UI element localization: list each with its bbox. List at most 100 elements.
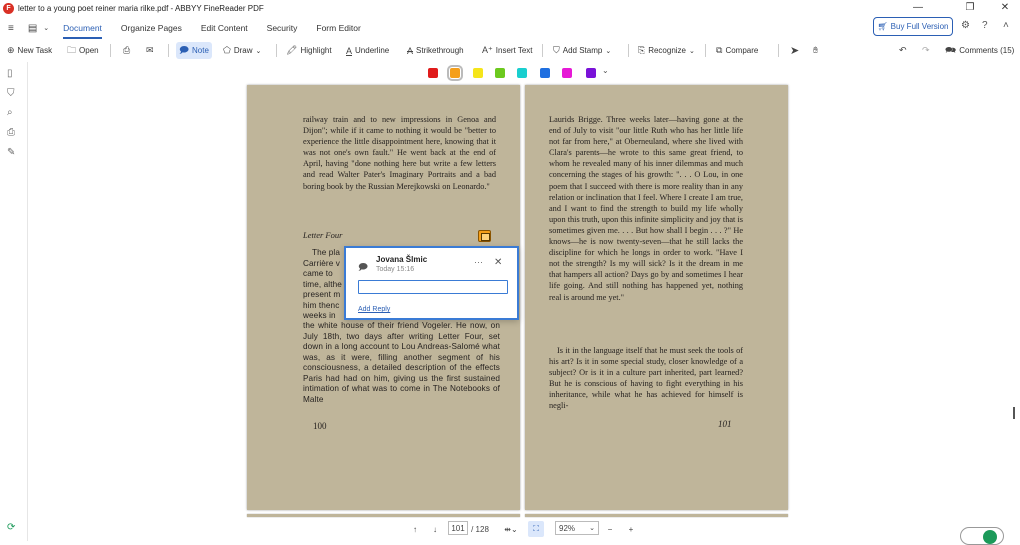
chevron-down-icon[interactable]: ⌄	[602, 66, 609, 75]
close-icon[interactable]: ✕	[494, 257, 502, 268]
redo-button[interactable]: ↷	[919, 42, 933, 59]
right-page-paragraph: Laurids Brigge. Three weeks later—having…	[549, 115, 743, 302]
bottom-navigation-bar: ↑ ↓ 101 / 128 ⇹⌄ ⛶ 92% ⌄ − +	[0, 517, 1020, 541]
search-icon[interactable]: ⌕	[7, 107, 13, 118]
comments-button[interactable]: 🗪 Comments (15)	[942, 42, 1017, 59]
page-layout-icon[interactable]: ⇹⌄	[500, 521, 522, 537]
folder-icon: 🗀	[67, 44, 77, 55]
total-pages: / 128	[471, 524, 489, 534]
underline-icon: A	[346, 45, 353, 56]
add-reply-link[interactable]: Add Reply	[358, 306, 390, 313]
window-title: letter to a young poet reiner maria rilk…	[18, 3, 264, 13]
new-task-label: New Task	[17, 46, 53, 55]
new-task-button[interactable]: ⊕ New Task	[4, 42, 55, 59]
open-button[interactable]: 🗀 Open	[64, 42, 102, 59]
hamburger-menu-icon[interactable]: ≡	[8, 23, 14, 34]
redo-icon: ↷	[922, 45, 930, 55]
color-swatch[interactable]	[495, 68, 505, 78]
chevron-down-icon: ⌄	[589, 525, 595, 532]
note-annotation-icon[interactable]	[478, 230, 491, 242]
add-stamp-label: Add Stamp	[562, 46, 603, 55]
color-swatch[interactable]	[562, 68, 572, 78]
color-swatch[interactable]	[428, 68, 438, 78]
signature-icon[interactable]: ✎	[7, 147, 15, 158]
minimize-icon[interactable]: —	[903, 0, 933, 16]
hand-icon: ✋︎	[813, 45, 819, 55]
chevron-down-icon[interactable]: ⌄	[43, 24, 49, 32]
underline-button[interactable]: A Underline	[343, 42, 392, 59]
note-popup: 🗩 Jovana Šlmic Today 15:16 ··· ✕ Add Rep…	[344, 246, 519, 320]
tab-organize-pages[interactable]: Organize Pages	[121, 19, 182, 37]
tab-form-editor[interactable]: Form Editor	[316, 19, 360, 37]
note-button[interactable]: 🗩 Note	[176, 42, 212, 59]
recognize-button[interactable]: ⎘ Recognize ⌄	[635, 42, 698, 59]
fit-page-icon[interactable]: ⛶	[528, 521, 544, 537]
menu-bar: ≡ ▤ ⌄ Document Organize Pages Edit Conte…	[0, 17, 1020, 39]
divider	[110, 44, 111, 57]
zoom-select[interactable]: 92% ⌄	[555, 521, 599, 535]
undo-button[interactable]: ↶	[896, 42, 910, 59]
vertical-scrollbar[interactable]	[1013, 407, 1015, 419]
tab-security[interactable]: Security	[267, 19, 298, 37]
settings-icon[interactable]: ⚙	[961, 20, 970, 31]
draw-button[interactable]: ⬠ Draw ⌄	[220, 42, 264, 59]
page-number-input[interactable]: 101	[448, 521, 468, 535]
right-page: Laurids Brigge. Three weeks later—having…	[525, 85, 788, 510]
bookmarks-icon[interactable]: ⛉	[7, 88, 15, 99]
attachments-icon[interactable]: ⎙	[7, 127, 15, 138]
zoom-in-icon[interactable]: +	[625, 521, 637, 537]
note-author: Jovana Šlmic	[376, 255, 428, 264]
buy-full-version-button[interactable]: 🛒︎ Buy Full Version	[873, 17, 953, 36]
highlight-button[interactable]: 🖍︎ Highlight	[283, 42, 335, 59]
insert-text-button[interactable]: A⁺ Insert Text	[479, 42, 536, 59]
email-button[interactable]: ✉	[143, 42, 157, 59]
note-label: Note	[192, 46, 209, 55]
print-button[interactable]: ⎙	[120, 42, 133, 59]
draw-label: Draw	[233, 46, 253, 55]
tab-edit-content[interactable]: Edit Content	[201, 19, 248, 37]
divider	[628, 44, 629, 57]
plus-circle-icon: ⊕	[7, 45, 15, 55]
divider	[276, 44, 277, 57]
draw-shapes-icon: ⬠	[223, 45, 231, 55]
tab-document[interactable]: Document	[63, 19, 102, 39]
compare-button[interactable]: ⧉ Compare	[713, 42, 761, 59]
color-swatch[interactable]	[540, 68, 550, 78]
right-page-paragraph: Is it in the language itself that he mus…	[549, 346, 743, 411]
next-page-icon[interactable]: ↓	[429, 521, 441, 537]
more-options-icon[interactable]: ···	[474, 257, 483, 267]
printer-icon: ⎙	[123, 45, 131, 55]
left-page-paragraph: the white house of their friend Vogeler.…	[303, 321, 500, 404]
close-window-icon[interactable]: ✕	[990, 0, 1020, 16]
compare-label: Compare	[725, 46, 759, 55]
left-sidebar: ▯ ⛉ ⌕ ⎙ ✎ ⟳	[0, 62, 28, 541]
restore-icon[interactable]: ❐	[955, 0, 985, 16]
mail-icon: ✉	[146, 45, 154, 55]
color-swatch[interactable]	[517, 68, 527, 78]
help-icon[interactable]: ?	[982, 20, 988, 31]
note-text-input[interactable]	[358, 280, 508, 294]
assistant-button[interactable]	[960, 527, 1004, 545]
cart-icon: 🛒︎	[877, 22, 888, 31]
color-swatch[interactable]	[473, 68, 483, 78]
select-tool-button[interactable]: ➤	[787, 42, 802, 59]
right-page-number: 101	[718, 419, 732, 429]
recognize-label: Recognize	[648, 46, 687, 55]
collapse-ribbon-icon[interactable]: ˄	[1003, 20, 1009, 31]
note-timestamp: Today 15:16	[376, 266, 415, 273]
undo-icon: ↶	[899, 45, 907, 55]
buy-full-version-label: Buy Full Version	[890, 22, 949, 31]
note-icon: 🗩	[358, 262, 368, 272]
left-page-number: 100	[313, 421, 327, 431]
note-icon: 🗩	[179, 44, 189, 55]
add-stamp-button[interactable]: ⛉ Add Stamp ⌄	[550, 42, 614, 59]
save-icon[interactable]: ▤	[28, 23, 37, 34]
hand-tool-button[interactable]: ✋︎	[810, 42, 821, 59]
note-color-picker: ⌄	[0, 65, 1020, 81]
previous-page-icon[interactable]: ↑	[409, 521, 421, 537]
divider	[542, 44, 543, 57]
zoom-out-icon[interactable]: −	[604, 521, 616, 537]
strikethrough-button[interactable]: A Strikethrough	[404, 42, 467, 59]
color-swatch[interactable]	[447, 65, 463, 81]
color-swatch[interactable]	[586, 68, 596, 78]
